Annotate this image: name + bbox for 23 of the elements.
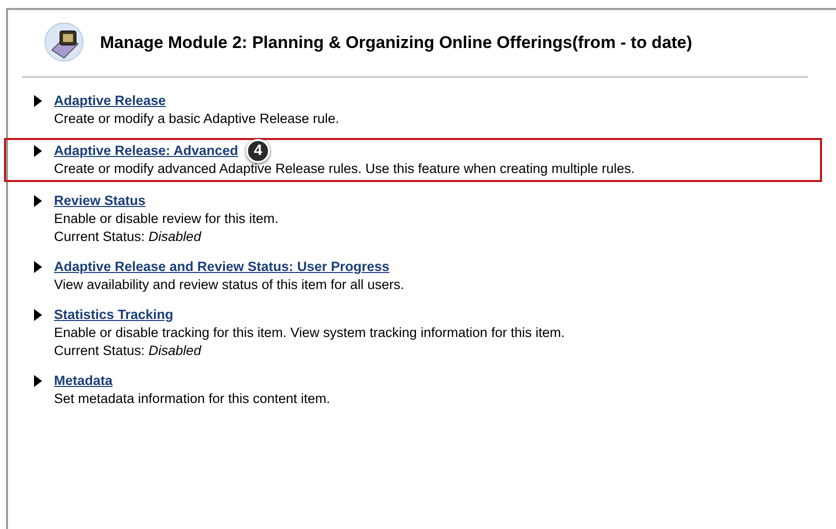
description-text: Enable or disable tracking for this item. View system tracking information for this item.	[54, 324, 565, 342]
description-text: Enable or disable review for this item.	[54, 210, 278, 228]
module-icon	[44, 22, 86, 64]
triangle-icon	[34, 195, 42, 207]
triangle-icon	[34, 261, 42, 273]
section-link[interactable]: Adaptive Release	[54, 92, 166, 110]
description-text: Create or modify a basic Adaptive Release rule.	[54, 110, 340, 128]
triangle-icon	[34, 95, 42, 107]
status-text: Current Status: Disabled	[54, 342, 202, 360]
section-link[interactable]: Statistics Tracking	[54, 306, 174, 324]
section-link[interactable]: Adaptive Release and Review Status: User Progress	[54, 258, 390, 276]
triangle-icon	[34, 375, 42, 387]
page-title: Manage Module 2: Planning & Organizing Online Offerings(from - to date)	[100, 32, 692, 54]
section-link[interactable]: Adaptive Release: Advanced	[54, 142, 238, 160]
description-text: Set metadata information for this content item.	[54, 390, 330, 408]
triangle-icon	[34, 309, 42, 321]
section-link[interactable]: Review Status	[54, 192, 146, 210]
triangle-icon	[34, 145, 42, 157]
status-text: Current Status: Disabled	[54, 228, 202, 246]
description-text: Create or modify advanced Adaptive Release rules. Use this feature when creating multiple rules.	[54, 160, 635, 178]
description-text: View availability and review status of this item for all users.	[54, 276, 404, 294]
section-link[interactable]: Metadata	[54, 372, 113, 390]
step-badge: 4	[246, 139, 270, 163]
